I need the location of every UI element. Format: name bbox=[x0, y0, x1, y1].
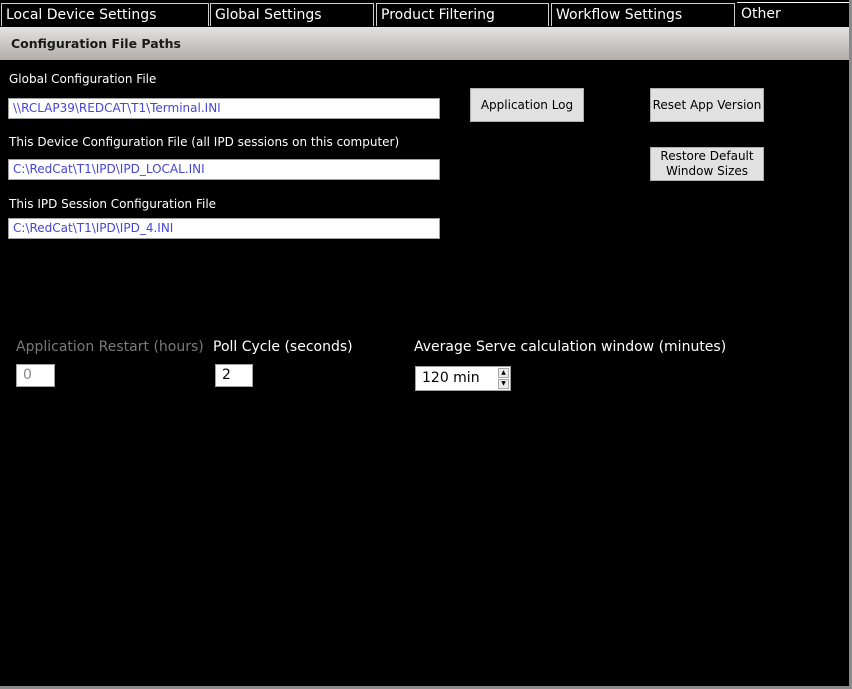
tab-global-settings[interactable]: Global Settings bbox=[210, 3, 374, 26]
restore-default-label-line2: Window Sizes bbox=[665, 164, 748, 178]
avg-serve-window-label: Average Serve calculation window (minute… bbox=[414, 339, 727, 355]
restore-default-label-line1: Restore Default bbox=[660, 149, 754, 163]
tab-local-device-settings[interactable]: Local Device Settings bbox=[1, 3, 209, 26]
restore-default-window-sizes-button[interactable]: Restore Default Window Sizes bbox=[650, 147, 764, 181]
application-log-button[interactable]: Application Log bbox=[470, 88, 584, 122]
poll-cycle-label: Poll Cycle (seconds) bbox=[213, 339, 353, 355]
tab-product-filtering[interactable]: Product Filtering bbox=[376, 3, 549, 26]
reset-app-version-button[interactable]: Reset App Version bbox=[650, 88, 764, 122]
spin-up-icon[interactable]: ▲ bbox=[498, 368, 509, 378]
global-config-path-field[interactable]: \\RCLAP39\REDCAT\T1\Terminal.INI bbox=[8, 98, 440, 119]
session-config-path-field[interactable]: C:\RedCat\T1\IPD\IPD_4.INI bbox=[8, 218, 440, 239]
device-config-path-field[interactable]: C:\RedCat\T1\IPD\IPD_LOCAL.INI bbox=[8, 159, 440, 180]
avg-serve-window-spinner[interactable]: 120 min ▲ ▼ bbox=[415, 366, 511, 391]
app-restart-label: Application Restart (hours) bbox=[16, 339, 204, 355]
spin-down-icon[interactable]: ▼ bbox=[498, 379, 509, 389]
global-config-label: Global Configuration File bbox=[9, 72, 157, 86]
tab-other[interactable]: Other bbox=[737, 2, 849, 28]
device-config-label: This Device Configuration File (all IPD … bbox=[9, 135, 400, 149]
poll-cycle-input[interactable]: 2 bbox=[215, 364, 253, 387]
section-header: Configuration File Paths bbox=[0, 27, 849, 60]
session-config-label: This IPD Session Configuration File bbox=[9, 197, 217, 211]
settings-window: Local Device Settings Global Settings Pr… bbox=[0, 0, 852, 689]
tab-bar: Local Device Settings Global Settings Pr… bbox=[0, 0, 849, 28]
tab-workflow-settings[interactable]: Workflow Settings bbox=[551, 3, 735, 26]
app-restart-input: 0 bbox=[16, 364, 55, 387]
avg-serve-window-value[interactable]: 120 min bbox=[422, 367, 480, 390]
